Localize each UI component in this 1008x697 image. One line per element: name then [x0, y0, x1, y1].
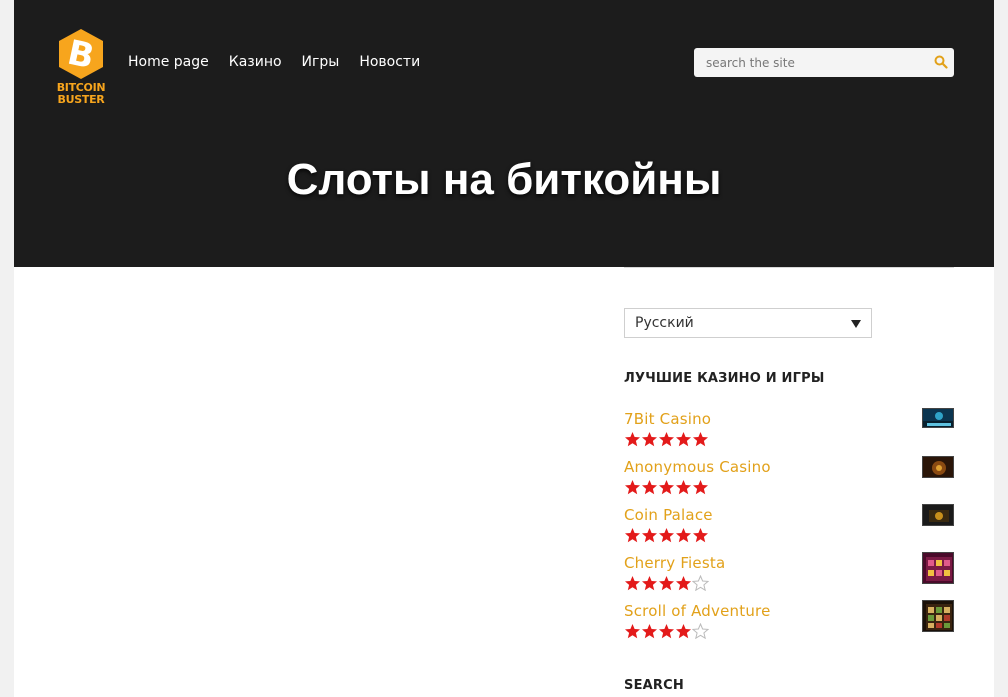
nav-item-news[interactable]: Новости	[359, 53, 420, 71]
star-rating	[624, 479, 709, 495]
sidebar-divider	[624, 267, 954, 268]
star-filled-icon	[642, 576, 657, 591]
star-filled-icon	[642, 480, 657, 495]
main-nav: Home page Казино Игры Новости	[128, 53, 420, 71]
casino-link[interactable]: Cherry Fiesta	[624, 554, 725, 572]
search-input[interactable]	[694, 48, 924, 77]
list-item: Scroll of Adventure	[624, 600, 954, 650]
star-filled-icon	[642, 528, 657, 543]
list-item: Coin Palace	[624, 504, 954, 554]
star-filled-icon	[625, 528, 640, 543]
star-filled-icon	[659, 528, 674, 543]
star-empty-icon	[692, 623, 709, 639]
site-search	[694, 48, 954, 77]
list-item: Anonymous Casino	[624, 456, 954, 506]
star-filled-icon	[659, 576, 674, 591]
star-filled-icon	[642, 624, 657, 639]
casino-thumbnail[interactable]	[922, 408, 954, 428]
star-filled-icon	[693, 528, 708, 543]
casino-link[interactable]: 7Bit Casino	[624, 410, 711, 428]
star-filled-icon	[625, 480, 640, 495]
language-select-value: Русский	[635, 315, 694, 331]
casino-thumbnail[interactable]	[922, 504, 954, 526]
page-title: Слоты на биткойны	[286, 155, 722, 204]
star-filled-icon	[676, 624, 691, 639]
star-filled-icon	[625, 576, 640, 591]
main-content: Русский ЛУЧШИЕ КАЗИНО И ИГРЫ 7Bit Casino…	[14, 267, 994, 697]
casino-link[interactable]: Scroll of Adventure	[624, 602, 771, 620]
star-filled-icon	[693, 480, 708, 495]
star-filled-icon	[625, 432, 640, 447]
star-rating	[624, 431, 709, 447]
star-filled-icon	[676, 480, 691, 495]
search-icon[interactable]	[934, 55, 948, 69]
casino-link[interactable]: Anonymous Casino	[624, 458, 771, 476]
nav-item-casino[interactable]: Казино	[229, 53, 282, 71]
chevron-down-icon	[851, 320, 861, 328]
star-empty-icon	[692, 575, 709, 591]
casino-thumbnail[interactable]	[922, 600, 954, 632]
star-rating	[624, 575, 709, 591]
list-item: 7Bit Casino	[624, 408, 954, 458]
list-item: Cherry Fiesta	[624, 552, 954, 602]
site-header: B BITCOIN BUSTER Home page Казино Игры Н…	[14, 0, 994, 267]
star-filled-icon	[676, 528, 691, 543]
star-rating	[624, 623, 709, 639]
star-filled-icon	[659, 432, 674, 447]
best-casinos-heading: ЛУЧШИЕ КАЗИНО И ИГРЫ	[624, 371, 825, 386]
casino-thumbnail[interactable]	[922, 456, 954, 478]
star-filled-icon	[659, 480, 674, 495]
logo-text-line2: BUSTER	[57, 93, 105, 106]
nav-item-home[interactable]: Home page	[128, 53, 209, 71]
star-rating	[624, 527, 709, 543]
casino-thumbnail[interactable]	[922, 552, 954, 584]
star-filled-icon	[676, 576, 691, 591]
casino-list: 7Bit Casino Anonymous Casino Coin Palace…	[624, 408, 954, 650]
star-filled-icon	[625, 624, 640, 639]
site-logo[interactable]: B BITCOIN BUSTER	[54, 28, 108, 106]
nav-item-games[interactable]: Игры	[302, 53, 340, 71]
casino-link[interactable]: Coin Palace	[624, 506, 713, 524]
bitcoin-logo-icon: B	[59, 29, 103, 79]
language-select[interactable]: Русский	[624, 308, 872, 338]
star-filled-icon	[659, 624, 674, 639]
star-filled-icon	[676, 432, 691, 447]
star-filled-icon	[693, 432, 708, 447]
search-widget-heading: SEARCH	[624, 678, 684, 693]
star-filled-icon	[642, 432, 657, 447]
